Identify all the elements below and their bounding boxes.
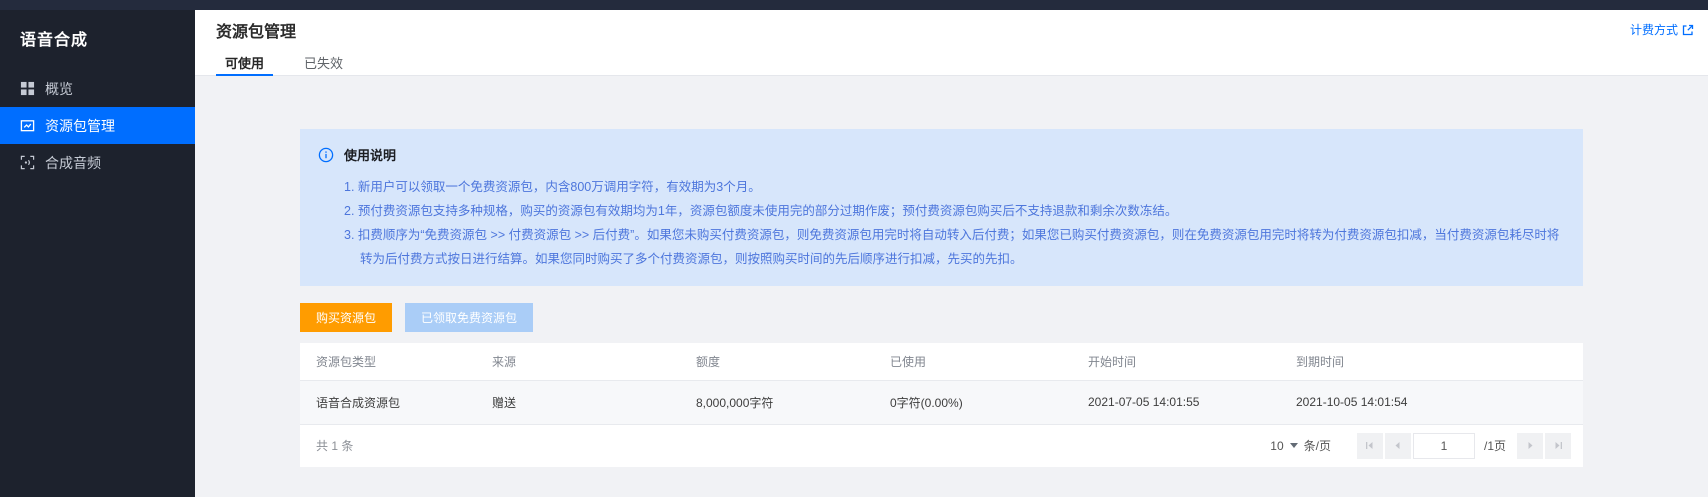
col-start-time: 开始时间 [1072, 343, 1280, 380]
usage-notice-banner: 使用说明 1. 新用户可以领取一个免费资源包，内含800万调用字符，有效期为3个… [300, 129, 1583, 286]
cell-used: 0字符(0.00%) [874, 380, 1072, 424]
next-page-button[interactable] [1517, 433, 1543, 459]
col-source: 来源 [476, 343, 680, 380]
tab-bar: 可使用 已失效 [195, 49, 1708, 76]
first-page-button[interactable] [1357, 433, 1383, 459]
resource-package-table: 资源包类型 来源 额度 已使用 开始时间 到期时间 语音合成资源包 赠送 8,0 [300, 343, 1583, 425]
window-top-bar [0, 0, 1708, 10]
page-size-unit: 条/页 [1304, 437, 1331, 454]
table-row: 语音合成资源包 赠送 8,000,000字符 0字符(0.00%) 2021-0… [300, 380, 1583, 424]
notice-item: 2. 预付费资源包支持多种规格，购买的资源包有效期均为1年，资源包额度未使用完的… [344, 199, 1563, 223]
sidebar-item-label: 资源包管理 [45, 116, 115, 136]
cell-expire-time: 2021-10-05 14:01:54 [1280, 380, 1583, 424]
total-pages-label: /1页 [1484, 437, 1506, 454]
prev-page-button[interactable] [1385, 433, 1411, 459]
last-page-button[interactable] [1545, 433, 1571, 459]
content-area: 使用说明 1. 新用户可以领取一个免费资源包，内含800万调用字符，有效期为3个… [195, 76, 1708, 497]
prev-page-icon [1393, 441, 1402, 450]
last-page-icon [1554, 441, 1563, 450]
table-header-row: 资源包类型 来源 额度 已使用 开始时间 到期时间 [300, 343, 1583, 380]
caret-down-icon [1290, 443, 1298, 448]
pager-controls: /1页 [1355, 433, 1571, 459]
external-link-icon [1682, 24, 1694, 36]
cell-quota: 8,000,000字符 [680, 380, 874, 424]
resource-package-table-card: 资源包类型 来源 额度 已使用 开始时间 到期时间 语音合成资源包 赠送 8,0 [300, 343, 1583, 467]
sidebar-item-synthesized-audio[interactable]: 合成音频 [0, 144, 195, 181]
actions-row: 购买资源包 已领取免费资源包 [300, 303, 1583, 332]
cell-package-type: 语音合成资源包 [300, 380, 476, 424]
next-page-icon [1526, 441, 1535, 450]
sidebar: 语音合成 概览 资源包管理 合成音频 [0, 10, 195, 497]
sidebar-item-overview[interactable]: 概览 [0, 70, 195, 107]
tab-expired[interactable]: 已失效 [295, 49, 352, 75]
info-icon [318, 147, 334, 163]
overview-grid-icon [20, 81, 35, 96]
resource-package-icon [20, 118, 35, 133]
tab-available[interactable]: 可使用 [216, 49, 273, 75]
col-used: 已使用 [874, 343, 1072, 380]
sidebar-item-resource-packages[interactable]: 资源包管理 [0, 107, 195, 144]
col-package-type: 资源包类型 [300, 343, 476, 380]
tab-expired-label: 已失效 [304, 53, 343, 72]
page-size-value: 10 [1270, 439, 1283, 453]
sidebar-item-label: 合成音频 [45, 153, 101, 173]
sidebar-item-label: 概览 [45, 79, 73, 99]
first-page-icon [1365, 441, 1374, 450]
notice-title: 使用说明 [344, 145, 396, 164]
page-header: 资源包管理 计费方式 [195, 10, 1708, 49]
pagination: 10 条/页 [1270, 433, 1571, 459]
table-footer: 共 1 条 10 条/页 [300, 425, 1583, 467]
col-quota: 额度 [680, 343, 874, 380]
page-size-select[interactable]: 10 条/页 [1270, 437, 1331, 454]
tab-available-label: 可使用 [225, 53, 264, 72]
main-area: 资源包管理 计费方式 可使用 已失效 [195, 10, 1708, 497]
page-title: 资源包管理 [216, 18, 296, 42]
page-number-input[interactable] [1413, 433, 1475, 459]
billing-method-link-label: 计费方式 [1630, 21, 1678, 38]
total-count-label: 共 1 条 [316, 437, 353, 454]
app-layout: 语音合成 概览 资源包管理 合成音频 [0, 10, 1708, 497]
claimed-free-package-button[interactable]: 已领取免费资源包 [405, 303, 533, 332]
billing-method-link[interactable]: 计费方式 [1630, 21, 1694, 38]
notice-item: 3. 扣费顺序为“免费资源包 >> 付费资源包 >> 后付费”。如果您未购买付费… [344, 223, 1563, 271]
notice-header: 使用说明 [318, 145, 1563, 164]
cell-source: 赠送 [476, 380, 680, 424]
sidebar-product-title: 语音合成 [0, 10, 195, 70]
notice-item: 1. 新用户可以领取一个免费资源包，内含800万调用字符，有效期为3个月。 [344, 175, 1563, 199]
col-expire-time: 到期时间 [1280, 343, 1583, 380]
cell-start-time: 2021-07-05 14:01:55 [1072, 380, 1280, 424]
notice-list: 1. 新用户可以领取一个免费资源包，内含800万调用字符，有效期为3个月。 2.… [318, 175, 1563, 271]
buy-resource-package-button[interactable]: 购买资源包 [300, 303, 392, 332]
synthesized-audio-icon [20, 155, 35, 170]
